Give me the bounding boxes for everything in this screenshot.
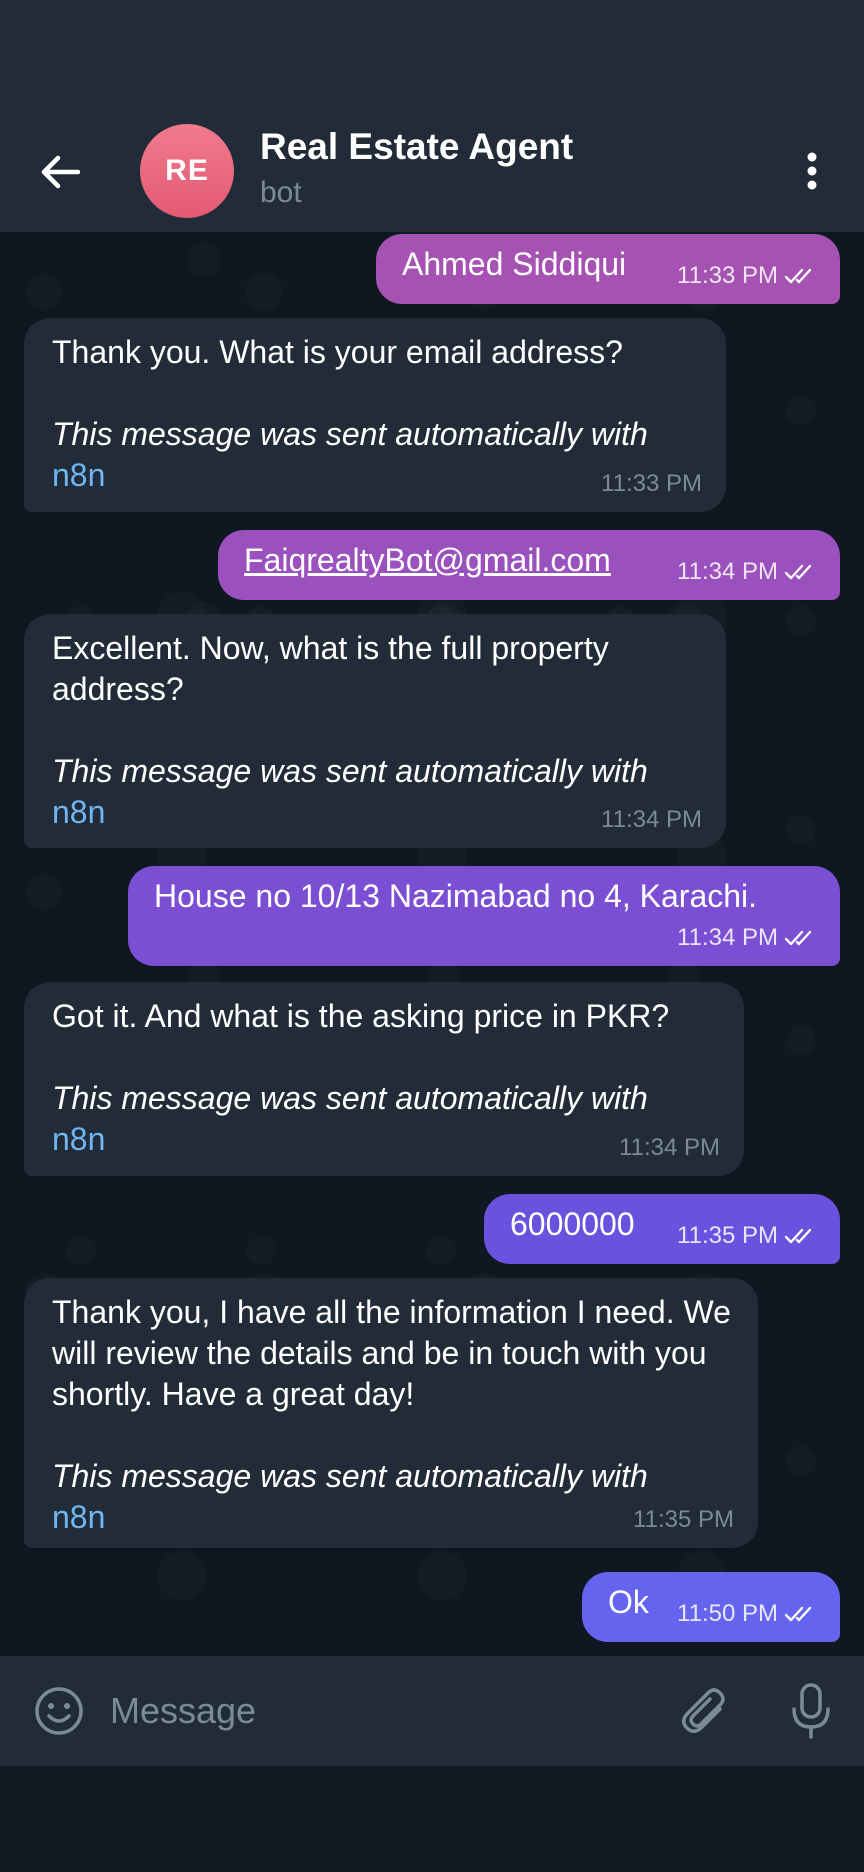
outgoing-message[interactable]: Ok 11:50 PM (582, 1572, 840, 1642)
email-link[interactable]: FaiqrealtyBot@gmail.com (244, 540, 611, 581)
emoji-button[interactable] (30, 1682, 88, 1740)
arrow-left-icon (41, 155, 80, 189)
message-input[interactable] (110, 1680, 650, 1742)
auto-footer: This message was sent automatically with (52, 753, 648, 789)
message-text: Ok (608, 1584, 649, 1620)
n8n-link[interactable]: n8n (52, 1497, 732, 1538)
message-text: Ahmed Siddiqui (402, 246, 627, 282)
chat-subtitle: bot (260, 176, 302, 209)
chat-area[interactable]: Ahmed Siddiqui 11:33 PM Thank you. What … (0, 232, 864, 1656)
auto-footer: This message was sent automatically with (52, 416, 648, 452)
microphone-icon (792, 1683, 830, 1739)
chat-title[interactable]: Real Estate Agent (260, 126, 573, 168)
outgoing-message[interactable]: FaiqrealtyBot@gmail.com 11:34 PM (218, 530, 840, 600)
incoming-message[interactable]: Excellent. Now, what is the full propert… (24, 614, 726, 848)
message-time: 11:50 PM (677, 1600, 778, 1627)
outgoing-message[interactable]: 6000000 11:35 PM (484, 1194, 840, 1264)
paperclip-icon (682, 1688, 725, 1733)
message-meta: 11:34 PM (677, 551, 818, 592)
emoji-icon (35, 1687, 83, 1735)
message-time: 11:34 PM (677, 924, 778, 951)
attach-button[interactable] (676, 1682, 734, 1740)
message-text: Excellent. Now, what is the full propert… (52, 630, 609, 707)
message-time: 11:33 PM (601, 470, 702, 497)
outgoing-message[interactable]: House no 10/13 Nazimabad no 4, Karachi. … (128, 866, 840, 966)
message-time: 11:35 PM (677, 1222, 778, 1249)
message-text: 6000000 (510, 1206, 635, 1242)
message-time: 11:33 PM (677, 262, 778, 289)
chat-header: RE Real Estate Agent bot (0, 110, 864, 233)
auto-footer: This message was sent automatically with (52, 1080, 648, 1116)
outgoing-message[interactable]: Ahmed Siddiqui 11:33 PM (376, 234, 840, 304)
message-text: Thank you, I have all the information I … (52, 1294, 731, 1412)
double-check-icon (784, 1606, 812, 1621)
double-check-icon (784, 564, 812, 579)
double-check-icon (784, 1228, 812, 1243)
microphone-button[interactable] (782, 1678, 840, 1744)
incoming-message[interactable]: Thank you, I have all the information I … (24, 1278, 758, 1548)
message-time: 11:34 PM (601, 806, 702, 833)
status-bar (0, 0, 864, 110)
double-check-icon (784, 268, 812, 283)
message-text: Thank you. What is your email address? (52, 334, 623, 370)
more-options-button[interactable] (784, 138, 840, 204)
system-navigation-area (0, 1766, 864, 1872)
avatar[interactable]: RE (140, 124, 234, 218)
message-meta: 11:50 PM (677, 1593, 818, 1634)
message-meta: 11:33 PM (677, 255, 818, 296)
double-check-icon (784, 930, 812, 945)
message-composer (0, 1656, 864, 1766)
back-button[interactable] (28, 140, 92, 204)
message-time: 11:34 PM (677, 558, 778, 585)
auto-footer: This message was sent automatically with (52, 1458, 648, 1494)
message-time: 11:34 PM (619, 1134, 720, 1161)
message-meta: 11:35 PM (677, 1215, 818, 1256)
more-vertical-icon (807, 152, 817, 190)
message-text: Got it. And what is the asking price in … (52, 998, 670, 1034)
incoming-message[interactable]: Got it. And what is the asking price in … (24, 982, 744, 1176)
message-time: 11:35 PM (633, 1506, 734, 1533)
message-text: House no 10/13 Nazimabad no 4, Karachi. (154, 878, 758, 914)
incoming-message[interactable]: Thank you. What is your email address? T… (24, 318, 726, 512)
message-meta: 11:34 PM (677, 917, 818, 958)
